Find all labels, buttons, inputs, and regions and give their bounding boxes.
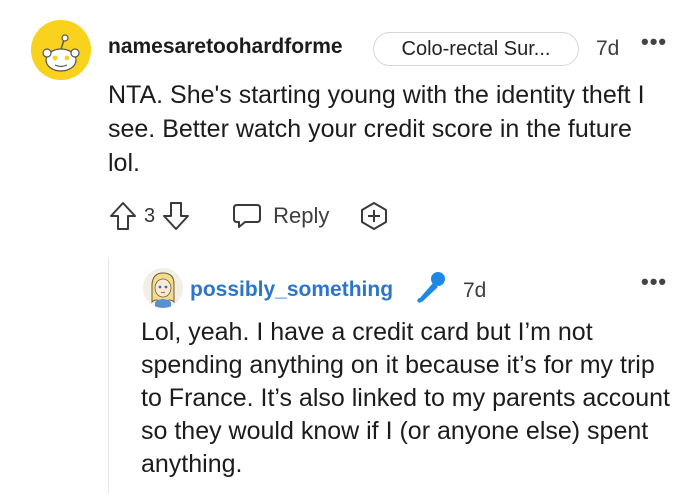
comment-actions: 3 Reply (108, 196, 391, 236)
comment-body: NTA. She's starting young with the ident… (108, 81, 645, 177)
user-flair: Colo-rectal Sur... (373, 32, 579, 66)
more-dots-icon: ••• (641, 269, 668, 294)
comment-author[interactable]: namesaretoohardforme (108, 35, 343, 59)
reply-body: Lol, yeah. I have a credit card but I’m … (141, 318, 670, 478)
comment-timestamp[interactable]: 7d (596, 37, 619, 61)
reply-avatar[interactable] (143, 268, 183, 308)
vote-count: 3 (144, 204, 156, 227)
reply-author[interactable]: possibly_something (190, 278, 393, 302)
reply-button[interactable]: Reply (231, 202, 329, 230)
award-plus-icon[interactable] (357, 200, 391, 232)
thread-line[interactable] (108, 258, 109, 494)
downvote-arrow-icon[interactable] (161, 200, 191, 232)
reply-more-options-button[interactable]: ••• (641, 271, 667, 293)
reply-timestamp[interactable]: 7d (463, 279, 486, 303)
more-options-button[interactable]: ••• (641, 31, 667, 53)
microphone-icon (414, 270, 448, 309)
reply-label: Reply (273, 203, 330, 228)
avatar[interactable] (31, 20, 91, 80)
speech-bubble-icon (231, 202, 263, 230)
more-dots-icon: ••• (641, 29, 668, 54)
upvote-arrow-icon[interactable] (108, 200, 138, 232)
